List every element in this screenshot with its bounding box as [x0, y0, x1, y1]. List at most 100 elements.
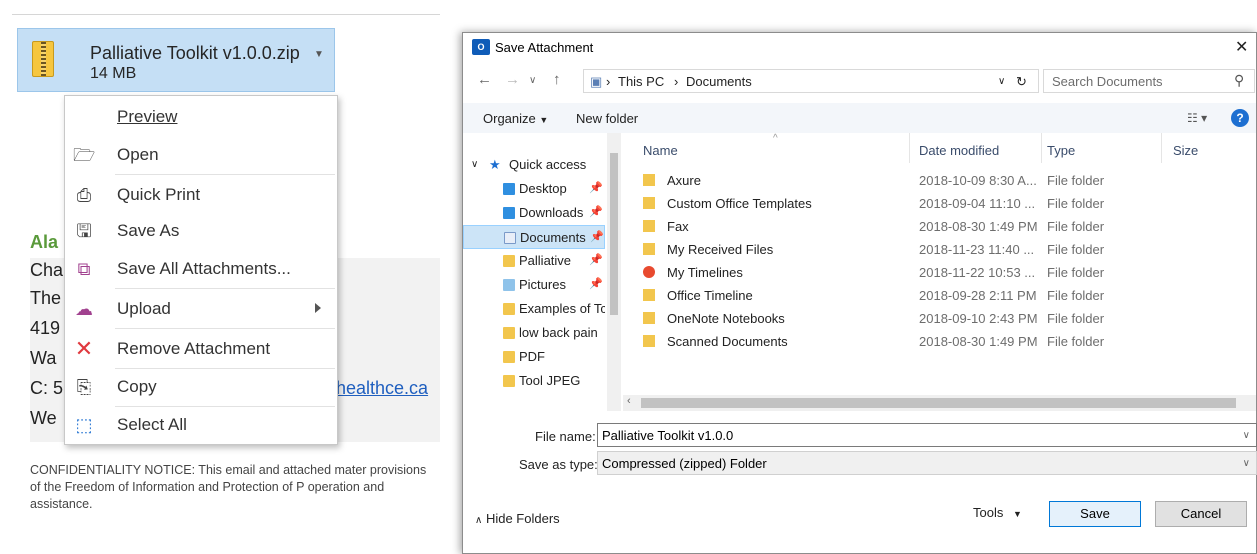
close-icon[interactable]: ✕ — [1235, 37, 1248, 57]
organize-label: Organize — [483, 111, 536, 126]
upload-icon: ☁ — [75, 299, 93, 319]
menu-item-save-as[interactable]: 🖫 Save As — [65, 212, 337, 250]
menu-item-copy[interactable]: ⎘ Copy — [65, 368, 337, 406]
breadcrumb-documents[interactable]: Documents — [686, 74, 752, 89]
help-icon[interactable]: ? — [1231, 109, 1249, 127]
chevron-down-icon: ▼ — [539, 115, 549, 125]
menu-item-preview[interactable]: Preview — [65, 98, 337, 136]
timeline-folder-icon — [643, 266, 655, 278]
file-name: My Received Files — [667, 242, 774, 257]
search-icon[interactable]: ⚲ — [1234, 72, 1244, 89]
menu-label: Preview — [117, 107, 178, 126]
file-row[interactable]: Scanned Documents 2018-08-30 1:49 PM Fil… — [623, 330, 1256, 353]
file-list-header: Name ^ Date modified Type Size — [623, 133, 1256, 165]
attachment-chip[interactable]: Palliative Toolkit v1.0.0.zip 14 MB ▼ — [17, 28, 335, 92]
file-date: 2018-11-23 11:40 ... — [919, 242, 1035, 257]
folder-icon — [643, 312, 655, 324]
file-date: 2018-08-30 1:49 PM — [919, 219, 1038, 234]
menu-item-open[interactable]: 🗁 Open — [65, 136, 337, 174]
column-divider[interactable] — [909, 133, 910, 163]
nav-desktop[interactable]: Desktop 📌 — [463, 177, 605, 201]
printer-icon: ⎙ — [76, 185, 92, 205]
nav-label: PDF — [519, 349, 545, 364]
folder-icon — [643, 243, 655, 255]
nav-pictures[interactable]: Pictures 📌 — [463, 273, 605, 297]
column-date-modified[interactable]: Date modified — [919, 143, 999, 158]
hide-folders-label: Hide Folders — [485, 511, 560, 526]
menu-item-quick-print[interactable]: ⎙ Quick Print — [65, 176, 337, 214]
organize-button[interactable]: Organize ▼ — [483, 111, 548, 126]
nav-examples[interactable]: Examples of Tc — [463, 297, 605, 321]
breadcrumb-separator: › — [606, 74, 611, 89]
chevron-down-icon[interactable]: ∨ — [1243, 430, 1250, 441]
nav-label: Palliative — [519, 253, 572, 268]
file-row[interactable]: My Timelines 2018-11-22 10:53 ... File f… — [623, 261, 1256, 284]
scrollbar-thumb[interactable] — [641, 398, 1236, 408]
scrollbar-thumb[interactable] — [610, 153, 618, 315]
nav-quick-access[interactable]: ∨ ★ Quick access — [463, 153, 605, 177]
file-row[interactable]: Office Timeline 2018-09-28 2:11 PM File … — [623, 284, 1256, 307]
new-folder-button[interactable]: New folder — [576, 111, 638, 126]
sort-up-icon: ^ — [773, 133, 778, 144]
tools-button[interactable]: Tools ▼ — [973, 505, 1022, 520]
menu-item-select-all[interactable]: ⬚ Select All — [65, 406, 337, 444]
back-arrow-icon[interactable]: ← — [477, 71, 492, 88]
forward-arrow-icon[interactable]: → — [505, 71, 520, 88]
search-input[interactable]: Search Documents ⚲ — [1043, 69, 1255, 93]
file-type: File folder — [1047, 288, 1105, 303]
file-row[interactable]: OneNote Notebooks 2018-09-10 2:43 PM Fil… — [623, 307, 1256, 330]
address-dropdown-icon[interactable]: ∨ — [998, 76, 1005, 87]
view-options-icon[interactable]: ☷ ▾ — [1187, 111, 1207, 125]
file-name-input[interactable]: Palliative Toolkit v1.0.0 ∨ — [597, 423, 1257, 447]
up-arrow-icon[interactable]: ↑ — [553, 71, 561, 88]
signature-email-link[interactable]: healthce.ca — [336, 378, 428, 399]
file-type: File folder — [1047, 265, 1105, 280]
nav-palliative[interactable]: Palliative 📌 — [463, 249, 605, 273]
refresh-icon[interactable]: ↻ — [1016, 74, 1027, 90]
column-divider[interactable] — [1041, 133, 1042, 163]
horizontal-scrollbar[interactable]: ‹ — [623, 395, 1256, 411]
breadcrumb-separator: › — [674, 74, 679, 89]
address-bar[interactable]: ▣ › This PC › Documents ∨ ↻ — [583, 69, 1039, 93]
column-size[interactable]: Size — [1173, 143, 1198, 158]
hide-folders-button[interactable]: ∧ Hide Folders — [475, 511, 560, 526]
column-divider[interactable] — [1161, 133, 1162, 163]
scroll-left-icon[interactable]: ‹ — [627, 395, 631, 407]
cancel-button[interactable]: Cancel — [1155, 501, 1247, 527]
attachment-name: Palliative Toolkit v1.0.0.zip — [90, 43, 300, 63]
folder-icon — [643, 174, 655, 186]
file-row[interactable]: Fax 2018-08-30 1:49 PM File folder — [623, 215, 1256, 238]
folder-icon — [503, 303, 515, 315]
file-row[interactable]: My Received Files 2018-11-23 11:40 ... F… — [623, 238, 1256, 261]
nav-scrollbar[interactable] — [607, 133, 621, 411]
nav-pdf[interactable]: PDF — [463, 345, 605, 369]
chevron-down-icon: ▼ — [1012, 509, 1022, 519]
column-name[interactable]: Name — [643, 143, 678, 158]
attachment-size: 14 MB — [90, 65, 137, 82]
signature-line: C: 5 — [30, 378, 64, 398]
save-button[interactable]: Save — [1049, 501, 1141, 527]
nav-label: Examples of Tc — [519, 301, 605, 316]
navigation-bar: ← → ∨ ↑ ▣ › This PC › Documents ∨ ↻ Sear… — [463, 67, 1256, 95]
pin-icon: 📌 — [590, 231, 604, 243]
file-row[interactable]: Custom Office Templates 2018-09-04 11:10… — [623, 192, 1256, 215]
menu-item-save-all-attachments[interactable]: ⧉ Save All Attachments... — [65, 250, 337, 288]
nav-low-back-pain[interactable]: low back pain — [463, 321, 605, 345]
breadcrumb-this-pc[interactable]: This PC — [618, 74, 664, 89]
chevron-down-icon[interactable]: ▼ — [314, 49, 324, 60]
menu-item-remove-attachment[interactable]: ✕ Remove Attachment — [65, 330, 337, 368]
file-name: Axure — [667, 173, 701, 188]
menu-label: Copy — [117, 377, 157, 396]
nav-downloads[interactable]: Downloads 📌 — [463, 201, 605, 225]
file-name-label: File name: — [535, 429, 596, 444]
folder-icon — [503, 375, 515, 387]
dialog-title-bar: O Save Attachment ✕ — [463, 33, 1256, 63]
recent-dropdown-icon[interactable]: ∨ — [529, 75, 536, 86]
nav-tool-jpeg[interactable]: Tool JPEG — [463, 369, 605, 393]
column-type[interactable]: Type — [1047, 143, 1075, 158]
nav-documents[interactable]: Documents 📌 — [463, 225, 605, 249]
file-row[interactable]: Axure 2018-10-09 8:30 A... File folder — [623, 169, 1256, 192]
menu-separator — [115, 328, 335, 329]
save-type-select[interactable]: Compressed (zipped) Folder ∨ — [597, 451, 1257, 475]
menu-item-upload[interactable]: ☁ Upload — [65, 290, 337, 328]
